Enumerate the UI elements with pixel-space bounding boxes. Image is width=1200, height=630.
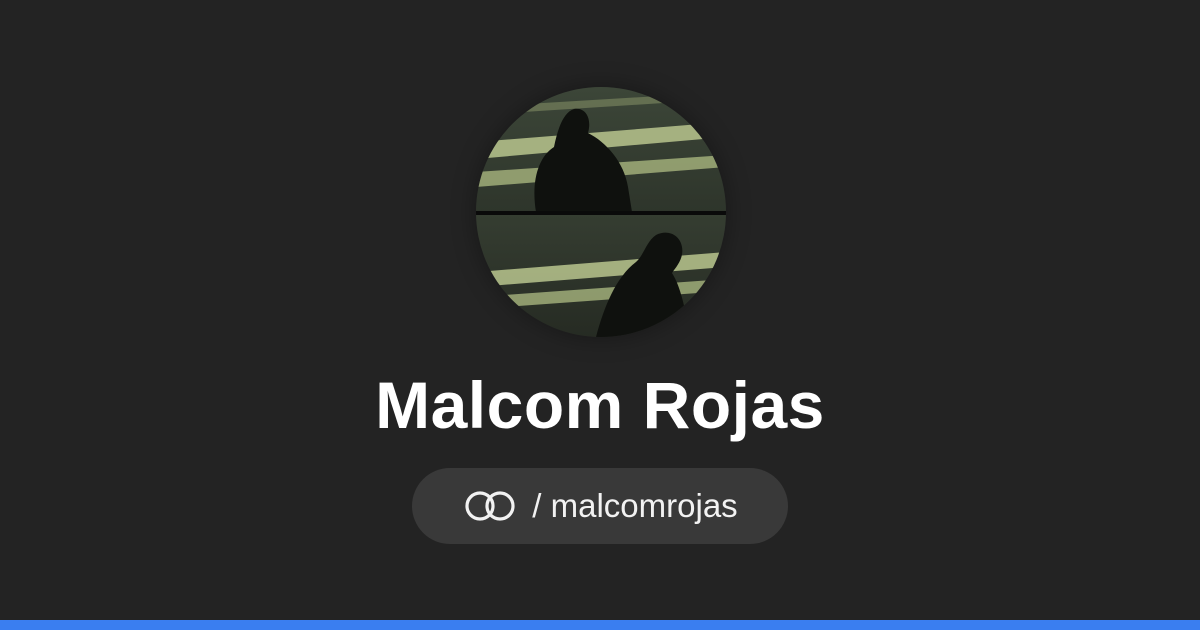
linked-rings-icon <box>462 488 518 524</box>
avatar-image <box>476 87 726 337</box>
profile-name: Malcom Rojas <box>375 368 825 442</box>
accent-bar <box>0 620 1200 630</box>
profile-handle-link[interactable]: / malcomrojas <box>412 468 788 544</box>
profile-handle: / malcomrojas <box>532 487 738 524</box>
profile-card: Malcom Rojas / malcomrojas <box>0 0 1200 630</box>
avatar <box>476 87 726 337</box>
